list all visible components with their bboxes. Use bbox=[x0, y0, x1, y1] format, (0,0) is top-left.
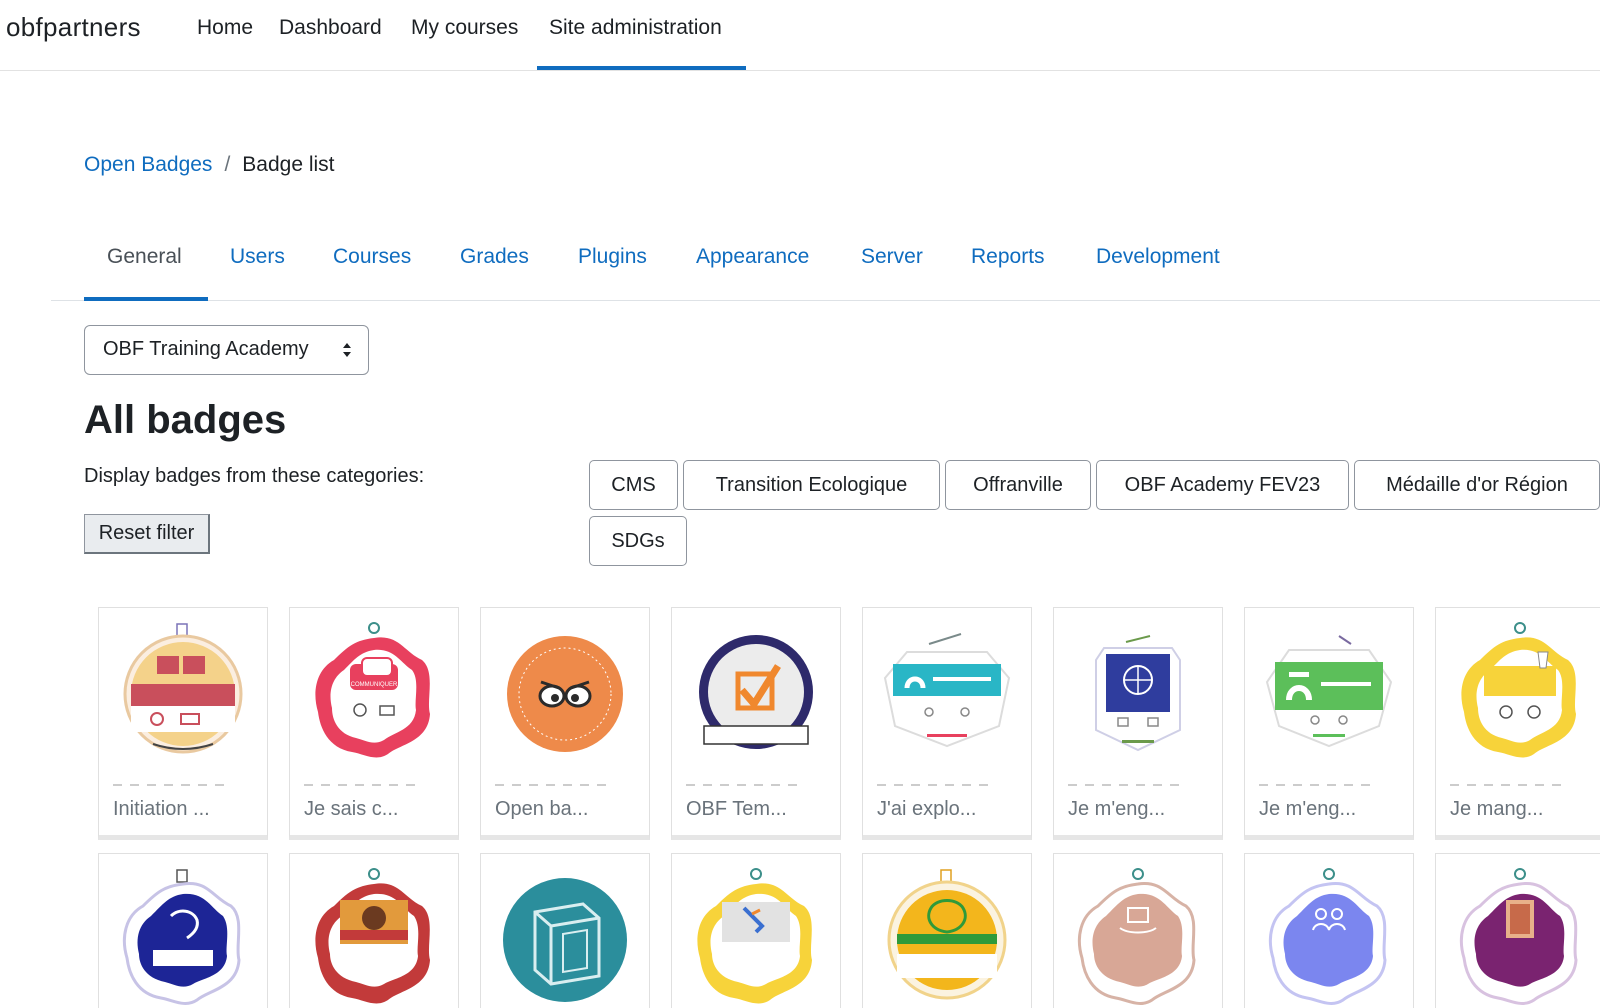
badge-card[interactable]: Je m'eng... bbox=[1053, 607, 1223, 840]
badge-cooperation-icon bbox=[1268, 868, 1387, 1005]
tab-users[interactable]: Users bbox=[230, 245, 285, 269]
badge-name: Je mang... bbox=[1450, 798, 1544, 820]
breadcrumb-open-badges[interactable]: Open Badges bbox=[84, 153, 212, 176]
rating-placeholder-icon bbox=[877, 784, 988, 786]
page-title: All badges bbox=[84, 398, 287, 442]
tab-courses[interactable]: Courses bbox=[333, 245, 411, 269]
breadcrumb-separator: / bbox=[224, 153, 231, 176]
rating-placeholder-icon bbox=[686, 784, 797, 786]
issuer-select-value: OBF Training Academy bbox=[103, 338, 309, 360]
rating-placeholder-icon bbox=[1068, 784, 1179, 786]
badge-name: OBF Tem... bbox=[686, 798, 787, 820]
badge-name: Je m'eng... bbox=[1068, 798, 1166, 820]
badge-numerique-enseignement-icon bbox=[887, 869, 1007, 1000]
badge-card[interactable]: Initiation ... bbox=[98, 607, 268, 840]
admin-tabs: General Users Courses Grades Plugins App… bbox=[51, 228, 1600, 301]
badge-card[interactable]: Je m'eng... bbox=[1244, 607, 1414, 840]
badge-developpement-durable-icon bbox=[1265, 635, 1393, 748]
breadcrumb-current: Badge list bbox=[242, 153, 335, 176]
badge-card[interactable]: Je mang... bbox=[1435, 607, 1600, 840]
category-chip-medaille-dor-region[interactable]: Médaille d'or Région bbox=[1354, 460, 1600, 510]
tab-server[interactable]: Server bbox=[861, 245, 923, 269]
svg-text:COMMUNIQUER: COMMUNIQUER bbox=[351, 682, 398, 688]
tab-plugins[interactable]: Plugins bbox=[578, 245, 647, 269]
nav-active-indicator bbox=[537, 66, 746, 70]
nav-dashboard[interactable]: Dashboard bbox=[279, 16, 382, 40]
badge-initier-ronde-icon bbox=[315, 868, 430, 1004]
badge-modeliser-cdm-icon bbox=[1077, 868, 1196, 1005]
badge-communiquer-icon: COMMUNIQUER bbox=[315, 622, 430, 758]
badge-card[interactable] bbox=[1053, 853, 1223, 1008]
tab-grades[interactable]: Grades bbox=[460, 245, 529, 269]
categories-label: Display badges from these categories: bbox=[84, 465, 425, 487]
badge-card[interactable]: COMMUNIQUER Je sais c... bbox=[289, 607, 459, 840]
badge-organise-activite-icon bbox=[1459, 868, 1578, 1005]
category-chip-cms[interactable]: CMS bbox=[589, 460, 678, 510]
rating-placeholder-icon bbox=[304, 784, 415, 786]
category-chip-sdgs[interactable]: SDGs bbox=[589, 516, 687, 566]
tab-development[interactable]: Development bbox=[1096, 245, 1220, 269]
tab-reports[interactable]: Reports bbox=[971, 245, 1045, 269]
top-navbar: obfpartners Home Dashboard My courses Si… bbox=[0, 0, 1600, 71]
badge-voir-le-verre-icon bbox=[1461, 622, 1576, 758]
badge-name: Je m'eng... bbox=[1259, 798, 1357, 820]
badge-template-icon bbox=[699, 635, 813, 749]
badge-name: J'ai explo... bbox=[877, 798, 977, 820]
rating-placeholder-icon bbox=[1450, 784, 1561, 786]
badge-name: Open ba... bbox=[495, 798, 589, 820]
badge-name: Initiation ... bbox=[113, 798, 210, 820]
nav-my-courses[interactable]: My courses bbox=[411, 16, 518, 40]
badge-card[interactable]: Open ba... bbox=[480, 607, 650, 840]
tab-general[interactable]: General bbox=[107, 245, 182, 269]
badge-manipulation-chevaux-icon bbox=[122, 869, 241, 1005]
issuer-select[interactable]: OBF Training Academy bbox=[84, 325, 369, 375]
badge-skier-envers-icon bbox=[697, 868, 812, 1004]
site-brand[interactable]: obfpartners bbox=[6, 12, 141, 43]
category-chip-transition-ecologique[interactable]: Transition Ecologique bbox=[683, 460, 940, 510]
badge-card[interactable]: J'ai explo... bbox=[862, 607, 1032, 840]
rating-placeholder-icon bbox=[495, 784, 606, 786]
badge-card[interactable] bbox=[480, 853, 650, 1008]
reset-filter-button[interactable]: Reset filter bbox=[84, 514, 210, 554]
badge-name: Je sais c... bbox=[304, 798, 399, 820]
badge-cube-logo-icon bbox=[503, 878, 627, 1002]
badge-card[interactable]: OBF Tem... bbox=[671, 607, 841, 840]
badge-card[interactable] bbox=[289, 853, 459, 1008]
badge-card[interactable] bbox=[1244, 853, 1414, 1008]
badge-masculin-neutre-icon bbox=[123, 623, 243, 754]
tab-appearance[interactable]: Appearance bbox=[696, 245, 809, 269]
tab-active-indicator bbox=[84, 297, 208, 301]
badge-open-badges-addicted-icon bbox=[507, 636, 623, 752]
badge-card[interactable] bbox=[98, 853, 268, 1008]
badge-card[interactable] bbox=[862, 853, 1032, 1008]
nav-home[interactable]: Home bbox=[197, 16, 253, 40]
rating-placeholder-icon bbox=[1259, 784, 1370, 786]
badge-transition-ecologique-icon bbox=[1095, 635, 1181, 752]
rating-placeholder-icon bbox=[113, 784, 224, 786]
nav-site-administration[interactable]: Site administration bbox=[549, 16, 722, 40]
badge-open-badge-factory-icon bbox=[883, 633, 1011, 748]
badge-card[interactable] bbox=[1435, 853, 1600, 1008]
badge-card[interactable] bbox=[671, 853, 841, 1008]
category-chip-offranville[interactable]: Offranville bbox=[945, 460, 1091, 510]
category-chip-obf-academy-fev23[interactable]: OBF Academy FEV23 bbox=[1096, 460, 1349, 510]
sort-caret-icon bbox=[343, 343, 351, 357]
breadcrumb: Open Badges / Badge list bbox=[84, 153, 335, 177]
